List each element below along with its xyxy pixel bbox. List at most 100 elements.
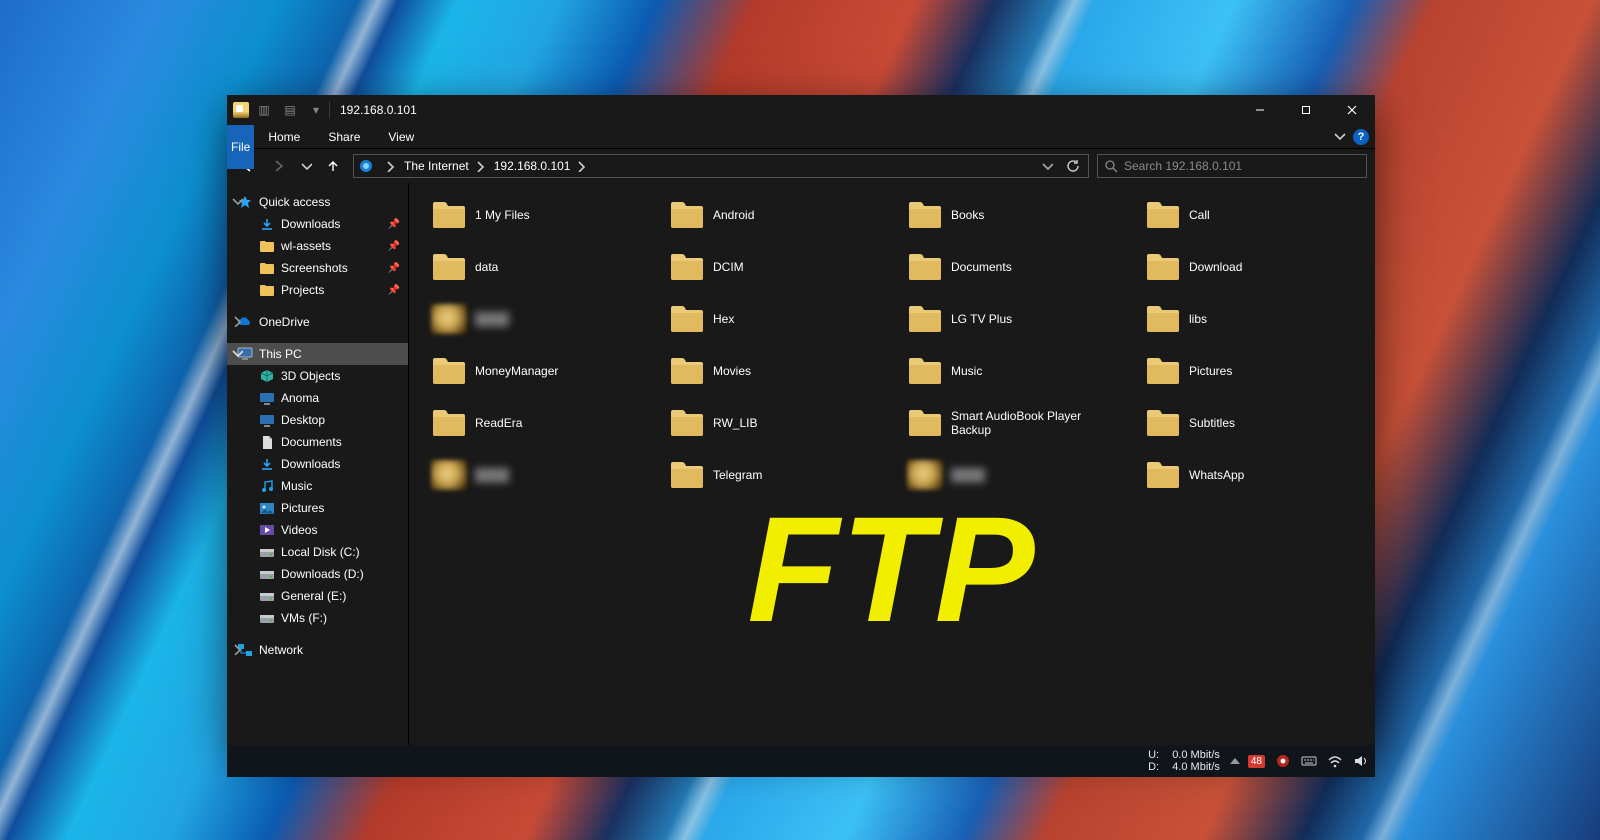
breadcrumb-chevron[interactable] bbox=[380, 160, 400, 172]
nav-recent-button[interactable] bbox=[299, 154, 313, 178]
nav-item-label: Pictures bbox=[281, 501, 324, 515]
nav-pc-item[interactable]: VMs (F:) bbox=[227, 607, 408, 629]
folder-item[interactable]: Movies bbox=[665, 349, 895, 393]
nav-item-icon bbox=[259, 368, 275, 384]
address-refresh-button[interactable] bbox=[1062, 155, 1084, 177]
tab-share[interactable]: Share bbox=[314, 125, 374, 148]
qat-customize-icon[interactable]: ▾ bbox=[305, 99, 327, 121]
tray-update-badge[interactable]: 48 bbox=[1248, 755, 1265, 768]
tray-overflow-icon[interactable] bbox=[1230, 758, 1240, 764]
qat-properties-icon[interactable]: ▥ bbox=[253, 99, 275, 121]
nav-pc-item[interactable]: 3D Objects bbox=[227, 365, 408, 387]
file-list[interactable]: 1 My FilesAndroid Books Call dataDCIMDocume… bbox=[409, 183, 1375, 745]
tab-view[interactable]: View bbox=[374, 125, 428, 148]
folder-item[interactable]: data bbox=[427, 245, 657, 289]
folder-icon bbox=[907, 304, 943, 334]
nav-quick-item[interactable]: wl-assets📌 bbox=[227, 235, 408, 257]
breadcrumb-root[interactable]: The Internet bbox=[400, 159, 490, 173]
address-dropdown-button[interactable] bbox=[1036, 155, 1058, 177]
nav-item-icon bbox=[259, 478, 275, 494]
folder-item[interactable]: LG TV Plus bbox=[903, 297, 1133, 341]
folder-item[interactable]: 1 My Files bbox=[427, 193, 657, 237]
tray-keyboard-icon[interactable] bbox=[1301, 753, 1317, 769]
nav-item-label: Music bbox=[281, 479, 312, 493]
folder-item[interactable]: WhatsApp bbox=[1141, 453, 1371, 497]
nav-this-pc[interactable]: This PC bbox=[227, 343, 408, 365]
folder-item[interactable]: Books bbox=[903, 193, 1133, 237]
folder-label: Books bbox=[951, 208, 984, 222]
nav-item-icon bbox=[259, 434, 275, 450]
folder-label: ████ bbox=[951, 468, 985, 482]
folder-icon bbox=[669, 200, 705, 230]
nav-pc-item[interactable]: Pictures bbox=[227, 497, 408, 519]
nav-pc-item[interactable]: Videos bbox=[227, 519, 408, 541]
breadcrumb-current-label: 192.168.0.101 bbox=[494, 159, 571, 173]
nav-pc-item[interactable]: Anoma bbox=[227, 387, 408, 409]
system-tray: 48 bbox=[1248, 753, 1369, 769]
nav-pc-item[interactable]: Desktop bbox=[227, 409, 408, 431]
folder-item[interactable]: ████ bbox=[427, 297, 657, 341]
folder-item[interactable]: ████ bbox=[903, 453, 1133, 497]
title-bar[interactable]: ▥ ▤ ▾ 192.168.0.101 bbox=[227, 95, 1375, 125]
window-controls bbox=[1237, 95, 1375, 125]
folder-item[interactable]: Android bbox=[665, 193, 895, 237]
tray-volume-icon[interactable] bbox=[1353, 753, 1369, 769]
folder-item[interactable]: Telegram bbox=[665, 453, 895, 497]
nav-network-label: Network bbox=[259, 643, 303, 657]
taskbar[interactable]: U: 0.0 Mbit/s D: 4.0 Mbit/s 48 bbox=[227, 745, 1375, 777]
nav-quick-item[interactable]: Downloads📌 bbox=[227, 213, 408, 235]
ribbon-expand-icon[interactable] bbox=[1333, 130, 1347, 144]
tray-wifi-icon[interactable] bbox=[1327, 753, 1343, 769]
folder-item[interactable]: RW_LIB bbox=[665, 401, 895, 445]
window-title: 192.168.0.101 bbox=[340, 103, 417, 117]
maximize-button[interactable] bbox=[1283, 95, 1329, 125]
nav-item-label: Anoma bbox=[281, 391, 319, 405]
nav-forward-button[interactable] bbox=[267, 154, 291, 178]
breadcrumb-current[interactable]: 192.168.0.101 bbox=[490, 159, 592, 173]
nav-pc-item[interactable]: Documents bbox=[227, 431, 408, 453]
folder-item[interactable]: Call bbox=[1141, 193, 1371, 237]
folder-item[interactable]: Pictures bbox=[1141, 349, 1371, 393]
nav-quick-access[interactable]: Quick access bbox=[227, 191, 408, 213]
navigation-pane[interactable]: Quick access Downloads📌wl-assets📌Screens… bbox=[227, 183, 409, 745]
folder-item[interactable]: ████ bbox=[427, 453, 657, 497]
nav-quick-item[interactable]: Screenshots📌 bbox=[227, 257, 408, 279]
nav-pc-item[interactable]: Downloads (D:) bbox=[227, 563, 408, 585]
nav-up-button[interactable] bbox=[321, 154, 345, 178]
minimize-button[interactable] bbox=[1237, 95, 1283, 125]
folder-item[interactable]: Hex bbox=[665, 297, 895, 341]
folder-label: MoneyManager bbox=[475, 364, 558, 378]
folder-item[interactable]: Documents bbox=[903, 245, 1133, 289]
nav-network[interactable]: Network bbox=[227, 639, 408, 661]
nav-pc-item[interactable]: Local Disk (C:) bbox=[227, 541, 408, 563]
close-button[interactable] bbox=[1329, 95, 1375, 125]
nav-onedrive[interactable]: OneDrive bbox=[227, 311, 408, 333]
explorer-window: ▥ ▤ ▾ 192.168.0.101 File Home Share View… bbox=[227, 95, 1375, 745]
folder-item[interactable]: Download bbox=[1141, 245, 1371, 289]
folder-icon bbox=[1145, 252, 1181, 282]
folder-label: Music bbox=[951, 364, 982, 378]
folder-item[interactable]: Music bbox=[903, 349, 1133, 393]
nav-item-label: Downloads (D:) bbox=[281, 567, 364, 581]
folder-item[interactable]: libs bbox=[1141, 297, 1371, 341]
search-input[interactable]: Search 192.168.0.101 bbox=[1097, 154, 1367, 178]
folder-item[interactable]: DCIM bbox=[665, 245, 895, 289]
tray-app-icon[interactable] bbox=[1275, 753, 1291, 769]
nav-pc-item[interactable]: Music bbox=[227, 475, 408, 497]
folder-item[interactable]: MoneyManager bbox=[427, 349, 657, 393]
tab-file[interactable]: File bbox=[227, 125, 254, 169]
nav-pc-item[interactable]: General (E:) bbox=[227, 585, 408, 607]
nav-pc-item[interactable]: Downloads bbox=[227, 453, 408, 475]
qat-newfolder-icon[interactable]: ▤ bbox=[279, 99, 301, 121]
folder-item[interactable]: Subtitles bbox=[1141, 401, 1371, 445]
folder-icon bbox=[669, 304, 705, 334]
folder-label: WhatsApp bbox=[1189, 468, 1244, 482]
folder-icon bbox=[669, 460, 705, 490]
help-icon[interactable]: ? bbox=[1353, 129, 1369, 145]
nav-quick-item[interactable]: Projects📌 bbox=[227, 279, 408, 301]
folder-item[interactable]: Smart AudioBook Player Backup bbox=[903, 401, 1133, 445]
tab-home[interactable]: Home bbox=[254, 125, 314, 148]
folder-item[interactable]: ReadEra bbox=[427, 401, 657, 445]
address-bar[interactable]: The Internet 192.168.0.101 bbox=[353, 154, 1089, 178]
folder-label: Movies bbox=[713, 364, 751, 378]
